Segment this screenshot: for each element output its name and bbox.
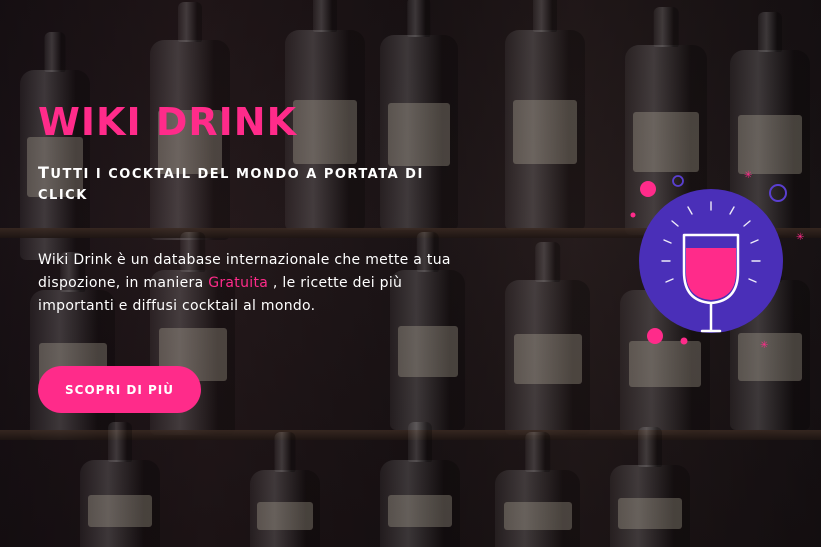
decor-dot — [630, 212, 636, 218]
hero-section: WIKI DRINK Tutti i cocktail del mondo a … — [0, 0, 821, 547]
description-highlight: Gratuita — [208, 275, 269, 291]
background-bottle — [505, 0, 585, 230]
decor-ring — [769, 184, 787, 202]
decor-sparkle: ✳ — [796, 232, 804, 243]
subtitle-initial: T — [38, 163, 51, 182]
decor-dot — [647, 328, 663, 344]
decor-sparkle: ✳ — [744, 170, 752, 181]
decor-ring — [672, 175, 684, 187]
background-bottle — [610, 427, 690, 547]
background-bottle — [495, 432, 580, 547]
decor-dot — [680, 337, 688, 345]
wine-glass-illustration: ✳ ✳ ✳ — [630, 170, 804, 351]
discover-more-button[interactable]: SCOPRI DI PIÙ — [38, 366, 201, 413]
background-bottle — [505, 242, 590, 435]
background-bottle — [80, 422, 160, 547]
hero-subtitle: Tutti i cocktail del mondo a portata di … — [38, 162, 438, 206]
hero-description: Wiki Drink è un database internazionale … — [38, 249, 468, 318]
decor-dot — [640, 181, 656, 197]
background-bottle — [380, 422, 460, 547]
hero-title: WIKI DRINK — [38, 100, 298, 144]
decor-sparkle: ✳ — [760, 340, 768, 351]
subtitle-text: utti i cocktail del mondo a portata di c… — [38, 167, 424, 203]
background-bottle — [250, 432, 320, 547]
